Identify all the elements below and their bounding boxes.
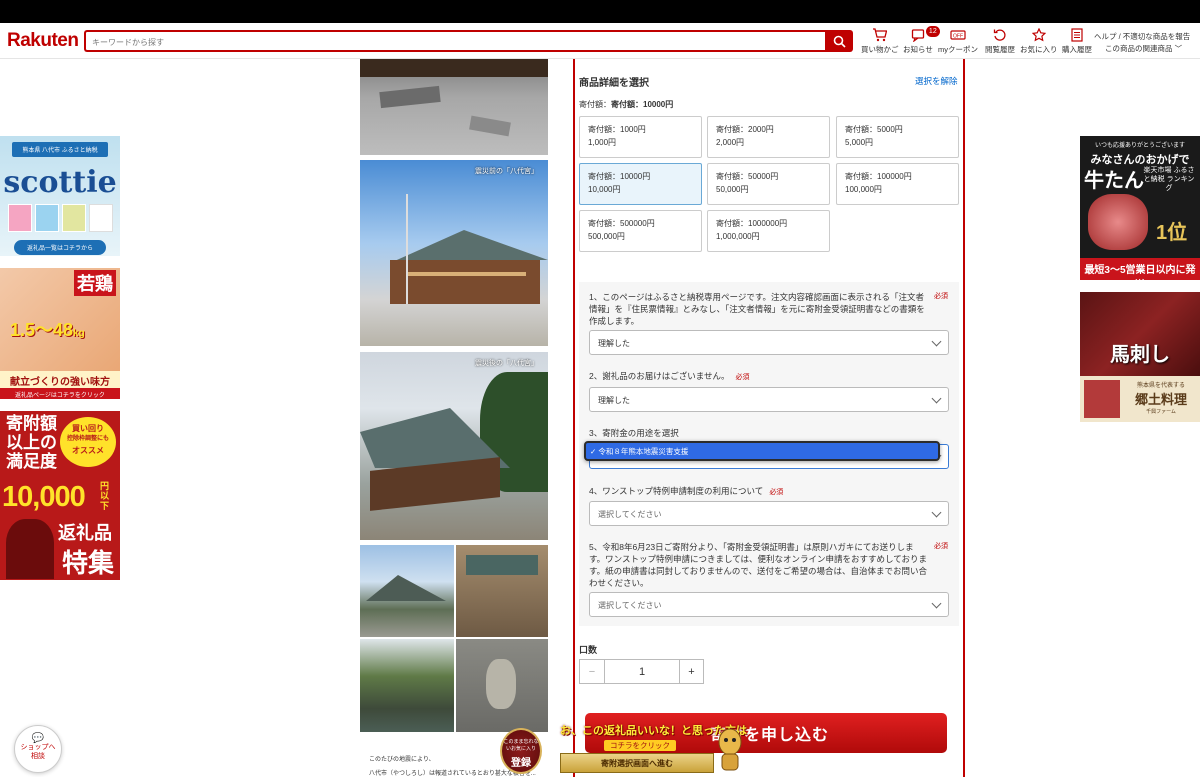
nav-history[interactable]: 閲覧履歴 (985, 27, 1015, 55)
svg-text:OFF: OFF (953, 34, 963, 40)
nav-coupon[interactable]: OFF myクーポン (938, 27, 978, 55)
site-header: Rakuten 買い物かご 12 お知らせ OFF myクーポン 閲覧履歴 お気… (0, 23, 1200, 59)
search-icon (833, 35, 846, 48)
bell-icon: 12 (910, 26, 940, 43)
required-badge: 必須 (934, 543, 948, 550)
kifu-feature-banner[interactable]: 寄附額 以上の 満足度 買い回り 控除枠調整にも オススメ 10,000 円以下… (0, 411, 120, 580)
goto-donation-button[interactable]: 寄附選択画面へ進む (560, 753, 714, 773)
required-badge: 必須 (934, 293, 948, 300)
shrine-photo-grid-4 (456, 639, 548, 732)
option-5000[interactable]: 寄付額：5000円 5,000円 (836, 116, 959, 158)
chevron-down-icon: ﹀ (1174, 44, 1183, 53)
cart-icon (872, 27, 888, 43)
option-1000[interactable]: 寄付額：1000円 1,000円 (579, 116, 702, 158)
shrine-photo-grid-2 (456, 545, 548, 637)
chevron-down-icon (931, 393, 942, 404)
selected-amount-label: 寄付額：寄付額：10000円 (579, 100, 674, 109)
star-icon (1031, 27, 1047, 43)
quantity-input[interactable]: 1 (605, 660, 679, 683)
nav-favorites[interactable]: お気に入り (1020, 27, 1058, 55)
question-3: 3、寄附金の用途を選択 (589, 428, 679, 438)
question-4-select[interactable]: 選択してください (589, 501, 949, 526)
quantity-plus-button[interactable]: + (679, 660, 703, 683)
search-button[interactable] (825, 30, 853, 52)
before-caption: 震災前の「八代宮」 (475, 168, 538, 175)
footnote-line-1: このたびの地震により、 (369, 757, 435, 763)
nav-notifications[interactable]: 12 お知らせ (903, 26, 940, 55)
question-4: 4、ワンストップ特例申請制度の利用について 必須 (589, 486, 784, 496)
after-caption: 震災後の「八代宮」 (475, 360, 538, 367)
question-3-dropdown-option[interactable]: ✓ 令和８年熊本地震災害支援 (584, 441, 940, 461)
quantity-minus-button[interactable]: − (580, 660, 605, 683)
scottie-banner[interactable]: 熊本県 八代市 ふるさと納税 scottie 返礼品一覧はコチラから (0, 136, 120, 256)
search-box[interactable] (84, 30, 826, 52)
promo-click-label[interactable]: コチラをクリック (604, 740, 676, 751)
receipt-icon (1069, 27, 1085, 43)
option-1000000[interactable]: 寄付額：1000000円 1,000,000円 (707, 210, 830, 252)
question-5: 5、令和8年6月23日ご寄附分より、「寄附金受領証明書」は原則ハガキにてお送りし… (589, 542, 928, 588)
shrine-after-photo: 震災後の「八代宮」 (360, 352, 548, 540)
mascot-icon (718, 728, 742, 771)
option-100000[interactable]: 寄付額：100000円 100,000円 (836, 163, 959, 205)
chicken-banner[interactable]: 若鶏 1.5〜48kg 献立づくりの強い味方 返礼品ページはコチラをクリック (0, 268, 120, 399)
question-1: 1、このページはふるさと納税専用ページです。注文内容確認画面に表示される「注文者… (589, 292, 925, 326)
shop-chat-button[interactable]: 💬 ショップへ 相談 (14, 725, 62, 773)
chat-icon: 💬 (31, 733, 45, 744)
rakuten-logo[interactable]: Rakuten (7, 30, 79, 52)
panel-border-left (573, 59, 575, 777)
coupon-icon: OFF (950, 27, 966, 43)
question-2: 2、謝礼品のお届けはございません。 必須 (589, 371, 750, 381)
clear-selection-link[interactable]: 選択を解除 (915, 75, 958, 87)
chevron-down-icon (931, 598, 942, 609)
chevron-down-icon (931, 507, 942, 518)
history-icon (992, 27, 1008, 43)
shrine-photo-grid-3 (360, 639, 454, 732)
help-link[interactable]: ヘルプ / 不適切な商品を報告 (1094, 31, 1190, 42)
option-2000[interactable]: 寄付額：2000円 2,000円 (707, 116, 830, 158)
question-2-select[interactable]: 理解した (589, 387, 949, 412)
quantity-stepper: − 1 + (579, 659, 704, 684)
section-title: 商品詳細を選択 (579, 78, 649, 89)
panel-border-right (963, 59, 965, 777)
question-5-select[interactable]: 選択してください (589, 592, 949, 617)
shrine-before-photo: 震災前の「八代宮」 (360, 160, 548, 346)
related-products-link[interactable]: この商品の関連商品 ﹀ (1105, 43, 1182, 54)
shrine-damage-photo-1 (360, 59, 548, 155)
required-badge: 必須 (769, 489, 784, 496)
gyutan-banner[interactable]: いつも応援ありがとうございます みなさんのおかげで 牛たん 楽天市場 ふるさと納… (1080, 136, 1200, 280)
question-1-select[interactable]: 理解した (589, 330, 949, 355)
option-10000[interactable]: 寄付額：10000円 10,000円 (579, 163, 702, 205)
search-input[interactable] (86, 33, 826, 52)
chevron-down-icon (931, 336, 942, 347)
nav-purchase-history[interactable]: 購入履歴 (1062, 27, 1092, 55)
required-badge: 必須 (735, 374, 750, 381)
quantity-label: 口数 (579, 645, 598, 655)
favorite-register-button[interactable]: このまま忘れないお気に入り 登録 (500, 728, 542, 774)
shrine-photo-grid-1 (360, 545, 454, 637)
option-500000[interactable]: 寄付額：500000円 500,000円 (579, 210, 702, 252)
nav-cart[interactable]: 買い物かご (861, 27, 899, 55)
option-50000[interactable]: 寄付額：50000円 50,000円 (707, 163, 830, 205)
basashi-banner[interactable]: 馬刺し 熊本県を代表する 郷土料理 千興ファーム (1080, 292, 1200, 422)
top-black-bar (0, 0, 1200, 23)
